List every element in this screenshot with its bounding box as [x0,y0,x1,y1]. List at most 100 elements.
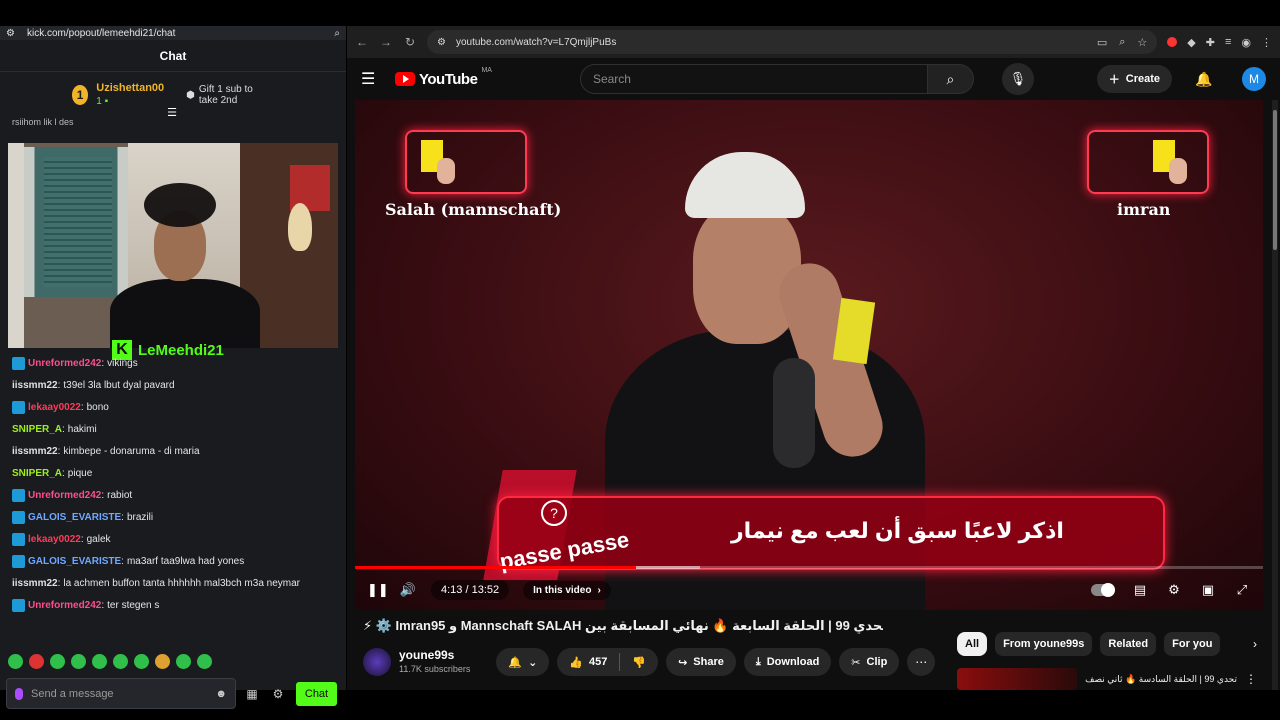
chat-username[interactable]: iissmm22 [12,380,58,391]
chat-username[interactable]: GALOIS_EVARISTE [28,556,121,567]
site-settings-icon[interactable]: ⚙ [6,28,15,39]
dislike-button[interactable]: 👎 [620,656,658,669]
site-info-icon[interactable]: ⚙ [437,37,446,48]
chip-all[interactable]: All [957,632,988,656]
chat-separator: : [121,511,124,523]
chat-username[interactable]: lekaay0022 [28,534,81,545]
progress-bar[interactable] [355,566,1263,569]
voice-search-button[interactable]: 🎙 [1001,63,1034,95]
forward-icon[interactable]: → [379,35,393,49]
search-button[interactable]: ⌕ [927,64,974,94]
zoom-icon[interactable]: ⌕ [1119,36,1125,49]
recommended-title[interactable]: تحدي 99 | الحلقة السادسة 🔥 ثاني نصف [1085,674,1237,685]
bell-icon: 🔔 [508,656,523,669]
emote-icon[interactable] [50,654,65,669]
gift-leaderboard[interactable]: 1 Uzishettan00 1 ▪ ⬢ Gift 1 sub to take … [0,72,346,119]
autoplay-toggle[interactable] [1091,583,1115,597]
collapse-pinned-icon[interactable]: ☰ [165,106,179,119]
chat-text: vikings [107,357,138,369]
emote-icon[interactable] [92,654,107,669]
bookmark-star-icon[interactable]: ☆ [1137,36,1147,49]
chat-username[interactable]: Unreformed242 [28,600,101,611]
subscriber-badge-icon [12,598,25,612]
chat-username[interactable]: Unreformed242 [28,358,101,369]
chat-send-button[interactable]: Chat [296,681,337,706]
more-dots-icon: ⋯ [915,655,928,669]
emote-icon[interactable] [155,654,170,669]
chat-username[interactable]: SNIPER_A [12,424,62,435]
zoom-icon[interactable]: ⌕ [334,28,340,39]
left-player-label: Salah (mannschaft) [385,200,562,219]
emote-icon[interactable] [113,654,128,669]
address-bar[interactable]: ⚙ youtube.com/watch?v=L7QmjljPuBs ▭ ⌕ ☆ [427,30,1158,54]
chat-separator: : [101,489,105,501]
channel-actions-row: youne99s 11.7K subscribers 🔔 ⌄ 👍 457 👎 ↪… [363,644,943,680]
subscribed-bell-button[interactable]: 🔔 ⌄ [496,648,550,676]
download-label: Download [766,656,820,668]
kick-url-text[interactable]: kick.com/popout/lemeehdi21/chat [27,28,334,39]
account-avatar[interactable]: M [1242,67,1266,91]
emote-icon[interactable] [71,654,86,669]
right-player-card [1087,130,1209,194]
menu-icon[interactable]: ☰ [361,69,379,89]
chat-username[interactable]: iissmm22 [12,446,58,457]
notifications-bell-icon[interactable]: 🔔 [1192,71,1216,88]
fullscreen-icon[interactable]: ⤢ [1233,582,1251,598]
like-button[interactable]: 👍 457 [557,656,619,669]
back-icon[interactable]: ← [355,35,369,49]
youtube-logo[interactable]: YouTube MA [395,67,492,88]
emote-icon[interactable] [8,654,23,669]
recommended-video[interactable]: تحدي 99 | الحلقة السادسة 🔥 ثاني نصف ⋮ [957,668,1257,690]
miniplayer-icon[interactable]: ▣ [1199,582,1217,598]
chat-username[interactable]: Unreformed242 [28,490,101,501]
chat-username[interactable]: GALOIS_EVARISTE [28,512,121,523]
chat-message-input[interactable]: Send a message ☻ [6,678,236,709]
extension-record-icon[interactable] [1167,37,1178,47]
video-player[interactable]: Salah (mannschaft) imran اذكر لاعبًا سبق… [355,100,1263,610]
chat-username[interactable]: SNIPER_A [12,468,62,479]
chat-message: Unreformed242: rabiot [0,484,346,506]
chip-related[interactable]: Related [1100,632,1157,656]
create-button[interactable]: ＋ Create [1096,65,1172,93]
chat-username[interactable]: lekaay0022 [28,402,81,413]
pause-icon[interactable]: ❚❚ [367,582,389,598]
recommended-thumbnail[interactable] [957,668,1077,690]
emote-icon[interactable] [176,654,191,669]
mic-icon[interactable] [15,687,23,700]
emote-icon[interactable] [29,654,44,669]
emote-icon[interactable] [197,654,212,669]
volume-icon[interactable]: 🔊 [399,582,417,598]
share-button[interactable]: ↪ Share [666,648,736,676]
chip-from-channel[interactable]: From youne99s [995,632,1093,656]
chapter-button[interactable]: In this video › [523,580,611,600]
extensions-puzzle-icon[interactable]: ✚ [1206,36,1215,49]
extension-badge-icon[interactable]: ◆ [1187,36,1195,49]
chat-header: Chat [0,40,346,72]
gift-cta[interactable]: ⬢ Gift 1 sub to take 2nd [186,84,274,106]
settings-gear-icon[interactable]: ⚙ [1165,582,1183,598]
settings-gear-icon[interactable]: ⚙ [268,684,288,704]
search-input[interactable]: Search [579,64,928,94]
page-scrollbar[interactable] [1272,100,1278,690]
profile-icon[interactable]: ◉ [1241,36,1251,49]
chat-username[interactable]: iissmm22 [12,578,58,589]
install-app-icon[interactable]: ▭ [1097,36,1107,49]
reload-icon[interactable]: ↻ [403,35,417,49]
emoji-picker-icon[interactable]: ☻ [215,688,227,700]
question-icon: ? [541,500,567,526]
more-actions-button[interactable]: ⋯ [907,648,936,676]
clip-button[interactable]: ✂ Clip [839,648,900,676]
address-text: youtube.com/watch?v=L7QmjljPuBs [455,36,617,48]
progress-buffer [636,566,701,569]
channel-name[interactable]: youne99s [399,648,470,662]
download-button[interactable]: ⤓ Download [743,648,832,676]
chip-for-you[interactable]: For you [1164,632,1221,656]
media-controls-icon[interactable]: ≡ [1225,36,1231,48]
store-icon[interactable]: ▦ [242,684,262,704]
chevron-right-icon[interactable]: › [1253,637,1257,651]
emote-icon[interactable] [134,654,149,669]
subtitles-icon[interactable]: ▤ [1131,582,1149,598]
chrome-menu-icon[interactable]: ⋮ [1261,36,1272,49]
channel-avatar[interactable] [363,648,391,676]
more-vert-icon[interactable]: ⋮ [1245,672,1257,686]
